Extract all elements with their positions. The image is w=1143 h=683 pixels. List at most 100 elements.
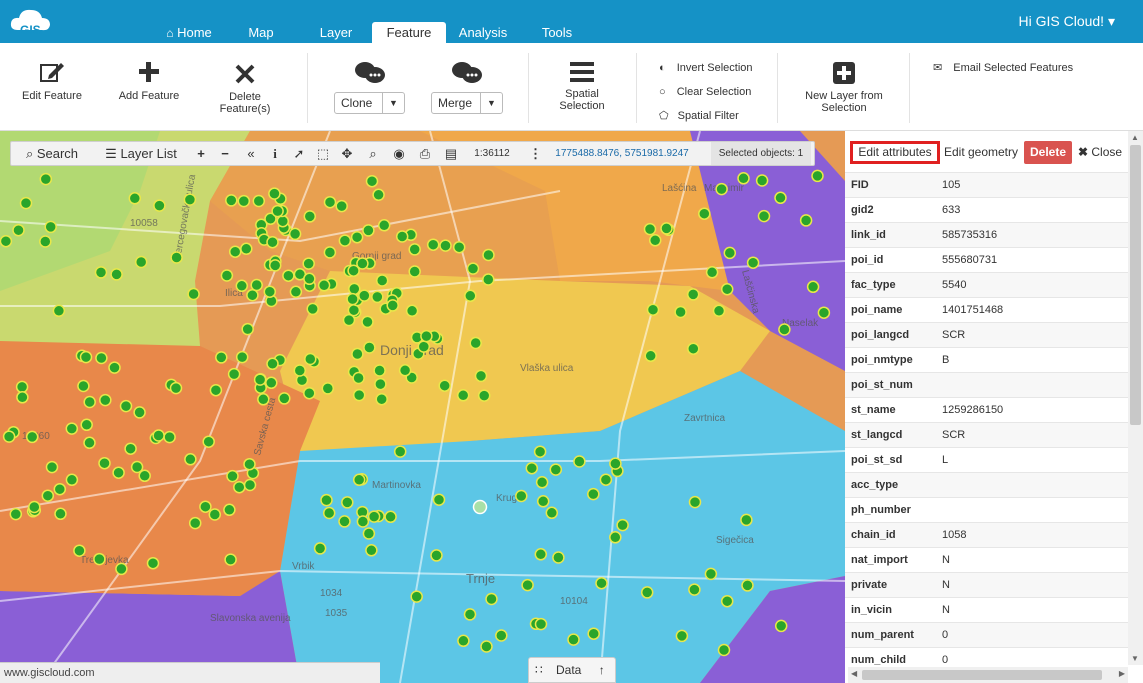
poi-point[interactable] xyxy=(347,303,361,317)
poi-point[interactable] xyxy=(19,196,33,210)
poi-point[interactable] xyxy=(79,350,93,364)
invert-selection-button[interactable]: ◐ Invert Selection xyxy=(659,61,753,75)
attribute-row[interactable]: gid2 633 xyxy=(845,197,1128,222)
poi-point[interactable] xyxy=(2,430,16,443)
poi-point[interactable] xyxy=(288,227,302,241)
poi-point[interactable] xyxy=(321,382,335,395)
attribute-value[interactable]: SCR xyxy=(942,323,965,348)
poi-point[interactable] xyxy=(338,234,352,247)
poi-point[interactable] xyxy=(237,194,251,208)
poi-point[interactable] xyxy=(146,556,160,570)
poi-point[interactable] xyxy=(233,480,246,494)
selected-poi-point[interactable] xyxy=(472,499,488,515)
poi-point[interactable] xyxy=(303,386,316,400)
poi-point[interactable] xyxy=(152,429,165,442)
poi-point[interactable] xyxy=(303,272,316,286)
poi-point[interactable] xyxy=(644,349,657,363)
poi-point[interactable] xyxy=(240,242,253,256)
poi-point[interactable] xyxy=(12,223,25,237)
poi-point[interactable] xyxy=(0,234,13,248)
poi-point[interactable] xyxy=(817,306,831,319)
poi-point[interactable] xyxy=(740,513,753,527)
map-svg[interactable]: 10058 Hercegovačka ulica Ilica Gornji gr… xyxy=(0,131,845,683)
attribute-row[interactable]: poi_st_num xyxy=(845,372,1128,397)
poi-point[interactable] xyxy=(209,383,223,397)
print-icon[interactable]: ⎙ xyxy=(415,142,435,165)
new-layer-from-selection-button[interactable]: New Layer from Selection xyxy=(800,62,888,114)
poi-point[interactable] xyxy=(375,392,388,406)
attribute-row[interactable]: poi_name 1401751468 xyxy=(845,297,1128,322)
poi-point[interactable] xyxy=(352,371,365,385)
poi-point[interactable] xyxy=(573,455,586,468)
poi-point[interactable] xyxy=(338,515,351,528)
info-icon[interactable]: i xyxy=(265,142,285,165)
poi-point[interactable] xyxy=(323,246,337,259)
poi-point[interactable] xyxy=(108,361,121,374)
poi-point[interactable] xyxy=(774,619,788,633)
zoom-box-icon[interactable]: ⌕ xyxy=(363,142,383,165)
poi-point[interactable] xyxy=(44,220,57,234)
poi-point[interactable] xyxy=(130,460,144,474)
poi-point[interactable] xyxy=(463,608,477,621)
attribute-row[interactable]: st_name 1259286150 xyxy=(845,397,1128,422)
poi-point[interactable] xyxy=(599,473,613,486)
poi-point[interactable] xyxy=(715,182,728,196)
poi-point[interactable] xyxy=(124,442,137,455)
poi-point[interactable] xyxy=(365,544,378,557)
poi-point[interactable] xyxy=(778,323,791,336)
attribute-value[interactable]: 5540 xyxy=(942,273,966,298)
poi-point[interactable] xyxy=(535,476,549,489)
attribute-value[interactable]: SCR xyxy=(942,423,965,448)
layer-list-button[interactable]: ☰ Layer List xyxy=(93,142,189,165)
poi-point[interactable] xyxy=(362,527,376,540)
attribute-value[interactable]: N xyxy=(942,573,950,598)
attribute-value[interactable]: N xyxy=(942,548,950,573)
poi-point[interactable] xyxy=(408,265,421,278)
poi-point[interactable] xyxy=(705,266,719,279)
poi-point[interactable] xyxy=(53,482,67,496)
attribute-row[interactable]: nat_import N xyxy=(845,547,1128,572)
more-icon[interactable]: ⋮ xyxy=(529,142,542,165)
poi-point[interactable] xyxy=(720,282,734,296)
poi-point[interactable] xyxy=(660,222,673,235)
attribute-value[interactable]: 1259286150 xyxy=(942,398,1003,423)
poi-point[interactable] xyxy=(545,506,559,520)
attribute-value[interactable]: 585735316 xyxy=(942,223,997,248)
poi-point[interactable] xyxy=(263,285,277,298)
merge-dropdown[interactable]: Merge ▼ xyxy=(431,92,503,114)
poi-point[interactable] xyxy=(228,245,242,258)
poi-point[interactable] xyxy=(350,230,364,244)
poi-point[interactable] xyxy=(115,562,128,576)
clone-dropdown[interactable]: Clone ▼ xyxy=(334,92,405,114)
poi-point[interactable] xyxy=(52,304,66,318)
poi-point[interactable] xyxy=(741,579,754,592)
poi-point[interactable] xyxy=(687,342,700,355)
poi-point[interactable] xyxy=(712,304,726,318)
attribute-row[interactable]: fac_type 5540 xyxy=(845,272,1128,297)
poi-point[interactable] xyxy=(41,489,55,502)
poi-point[interactable] xyxy=(485,592,498,606)
poi-point[interactable] xyxy=(466,262,480,275)
poi-point[interactable] xyxy=(405,304,419,318)
poi-point[interactable] xyxy=(224,553,237,566)
poi-point[interactable] xyxy=(303,210,317,223)
poi-point[interactable] xyxy=(515,489,528,503)
attribute-value[interactable]: 1401751468 xyxy=(942,298,1003,323)
poi-point[interactable] xyxy=(482,273,495,286)
globe-icon[interactable]: ◉ xyxy=(389,142,409,165)
poi-point[interactable] xyxy=(474,369,488,383)
poi-point[interactable] xyxy=(521,578,534,592)
attribute-row[interactable]: poi_st_sd L xyxy=(845,447,1128,472)
poi-point[interactable] xyxy=(430,549,443,562)
poi-point[interactable] xyxy=(464,289,477,303)
poi-point[interactable] xyxy=(477,389,491,402)
attribute-value[interactable]: 555680731 xyxy=(942,248,997,273)
poi-point[interactable] xyxy=(98,456,111,470)
poi-point[interactable] xyxy=(755,174,769,187)
poi-point[interactable] xyxy=(9,507,23,521)
poi-point[interactable] xyxy=(674,305,687,319)
poi-point[interactable] xyxy=(246,288,259,302)
poi-point[interactable] xyxy=(265,376,278,390)
add-feature-button[interactable]: Add Feature xyxy=(114,60,184,102)
poi-point[interactable] xyxy=(609,531,622,544)
